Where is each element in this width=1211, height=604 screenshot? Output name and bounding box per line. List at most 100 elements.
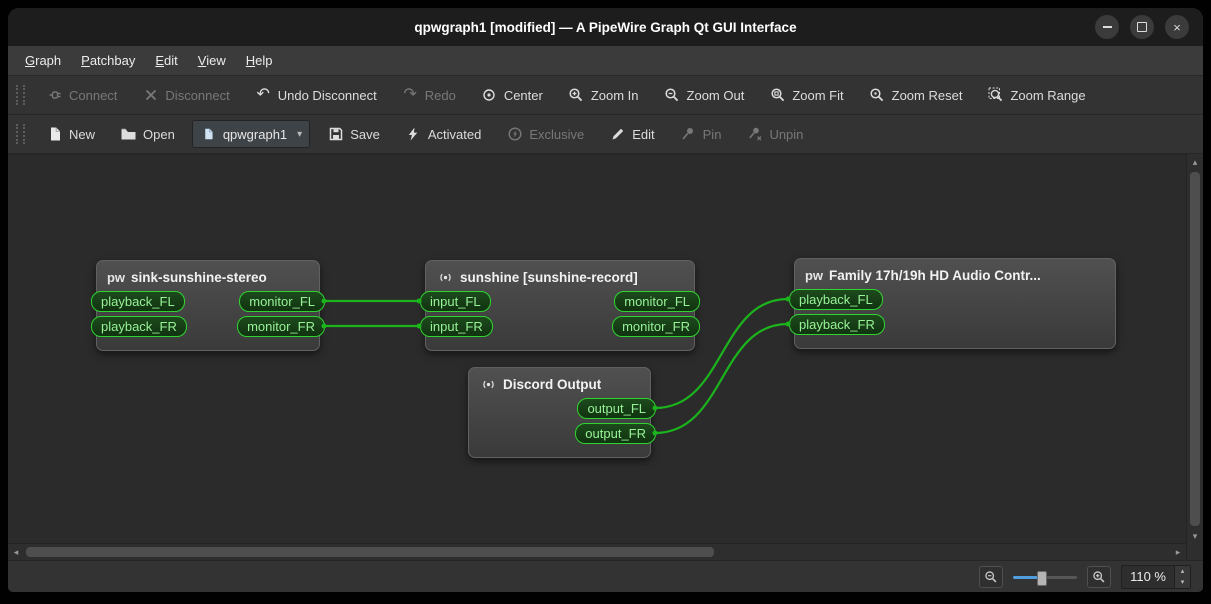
- zoom-spinbox[interactable]: 110 % ▴ ▾: [1121, 564, 1191, 589]
- vertical-scrollbar[interactable]: ▴ ▾: [1187, 154, 1203, 544]
- zoom-slider-handle[interactable]: [1037, 570, 1048, 586]
- graph-view: pw sink-sunshine-stereo playback_FL moni…: [8, 154, 1203, 560]
- redo-label: Redo: [424, 87, 456, 103]
- new-button[interactable]: New: [38, 121, 103, 148]
- zoom-fit-button[interactable]: Zoom Fit: [761, 82, 851, 109]
- menu-view[interactable]: View: [189, 49, 235, 72]
- menu-help[interactable]: Help: [237, 49, 282, 72]
- center-icon: [481, 87, 498, 104]
- pin-button[interactable]: Pin: [672, 121, 730, 148]
- redo-button[interactable]: ↷ Redo: [394, 82, 464, 109]
- undo-disconnect-button[interactable]: ↶ Undo Disconnect: [247, 82, 385, 109]
- horizontal-scroll-thumb[interactable]: [26, 547, 714, 557]
- menu-graph[interactable]: Graph: [16, 49, 70, 72]
- menu-edit[interactable]: Edit: [146, 49, 186, 72]
- menu-bar: Graph Patchbay Edit View Help: [8, 46, 1203, 76]
- new-file-icon: [46, 126, 63, 143]
- file-toolbar: New Open qpwgraph1 ▾ Save Activated Excl…: [8, 115, 1203, 154]
- maximize-button[interactable]: [1130, 15, 1154, 39]
- zoom-in-slider-button[interactable]: [1087, 565, 1112, 588]
- zoom-reset-button[interactable]: Zoom Reset: [861, 82, 971, 109]
- scroll-left-icon[interactable]: ◂: [8, 544, 24, 560]
- open-label: Open: [143, 126, 175, 142]
- connection-line[interactable]: [654, 297, 789, 410]
- spin-down-icon[interactable]: ▾: [1175, 577, 1190, 588]
- connect-icon: [46, 87, 63, 104]
- zoom-in-label: Zoom In: [590, 87, 639, 103]
- disconnect-label: Disconnect: [165, 87, 230, 103]
- connect-label: Connect: [69, 87, 118, 103]
- window-title: qpwgraph1 [modified] — A PipeWire Graph …: [414, 19, 797, 35]
- scroll-right-icon[interactable]: ▸: [1170, 544, 1186, 560]
- exclusive-label: Exclusive: [529, 126, 585, 142]
- save-icon: [327, 126, 344, 143]
- zoom-spin-arrows: ▴ ▾: [1174, 565, 1190, 588]
- zoom-reset-icon: [869, 87, 886, 104]
- open-folder-icon: [120, 126, 137, 143]
- zoom-range-label: Zoom Range: [1010, 87, 1086, 103]
- scroll-down-icon[interactable]: ▾: [1187, 528, 1203, 544]
- pencil-icon: [609, 126, 626, 143]
- new-label: New: [69, 126, 96, 142]
- connection-line[interactable]: [654, 322, 789, 435]
- menu-patchbay[interactable]: Patchbay: [72, 49, 144, 72]
- unpin-button[interactable]: Unpin: [738, 121, 811, 148]
- zoom-range-icon: [987, 87, 1004, 104]
- patchbay-select[interactable]: qpwgraph1 ▾: [191, 120, 311, 148]
- patchbay-select-value: qpwgraph1: [222, 126, 288, 142]
- minimize-icon: [1102, 26, 1112, 28]
- maximize-icon: [1137, 22, 1147, 32]
- pin-label: Pin: [702, 126, 722, 142]
- patchbay-file-icon: [200, 126, 217, 143]
- connect-button[interactable]: Connect: [38, 82, 125, 109]
- window-controls: ×: [1095, 8, 1189, 46]
- status-bar: 110 % ▴ ▾: [8, 560, 1203, 592]
- zoom-out-icon: [664, 87, 681, 104]
- vertical-scroll-track[interactable]: [1187, 170, 1203, 528]
- app-window: qpwgraph1 [modified] — A PipeWire Graph …: [8, 8, 1203, 592]
- zoom-reset-label: Zoom Reset: [891, 87, 963, 103]
- graph-toolbar: Connect Disconnect ↶ Undo Disconnect ↷ R…: [8, 76, 1203, 115]
- undo-disconnect-label: Undo Disconnect: [277, 87, 377, 103]
- zoom-fit-label: Zoom Fit: [792, 87, 844, 103]
- disconnect-icon: [142, 87, 159, 104]
- toolbar-drag-handle[interactable]: [16, 124, 25, 144]
- zoom-out-slider-button[interactable]: [979, 565, 1004, 588]
- horizontal-scroll-track[interactable]: [24, 544, 1170, 560]
- title-bar: qpwgraph1 [modified] — A PipeWire Graph …: [8, 8, 1203, 46]
- save-label: Save: [350, 126, 380, 142]
- zoom-range-button[interactable]: Zoom Range: [979, 82, 1093, 109]
- toolbar-drag-handle[interactable]: [16, 85, 25, 105]
- open-button[interactable]: Open: [112, 121, 183, 148]
- disconnect-button[interactable]: Disconnect: [134, 82, 237, 109]
- edit-button[interactable]: Edit: [601, 121, 662, 148]
- scrollbar-corner: [1187, 544, 1203, 560]
- save-button[interactable]: Save: [319, 121, 388, 148]
- unpin-icon: [746, 126, 763, 143]
- zoom-slider[interactable]: [1013, 568, 1078, 586]
- undo-icon: ↶: [256, 86, 270, 103]
- graph-canvas[interactable]: pw sink-sunshine-stereo playback_FL moni…: [8, 154, 1186, 543]
- spin-up-icon[interactable]: ▴: [1175, 566, 1190, 577]
- zoom-out-button[interactable]: Zoom Out: [656, 82, 753, 109]
- exclusive-toggle[interactable]: Exclusive: [498, 121, 592, 148]
- exclusive-icon: [506, 126, 523, 143]
- connections-layer: [321, 296, 791, 436]
- redo-icon: ↷: [403, 86, 417, 103]
- close-icon: ×: [1173, 19, 1181, 35]
- activated-label: Activated: [427, 126, 482, 142]
- center-button[interactable]: Center: [473, 82, 551, 109]
- close-button[interactable]: ×: [1165, 15, 1189, 39]
- center-label: Center: [503, 87, 543, 103]
- minimize-button[interactable]: [1095, 15, 1119, 39]
- activated-toggle[interactable]: Activated: [397, 121, 489, 148]
- lightning-icon: [405, 126, 422, 143]
- scroll-up-icon[interactable]: ▴: [1187, 154, 1203, 170]
- unpin-label: Unpin: [769, 126, 804, 142]
- zoom-out-label: Zoom Out: [686, 87, 745, 103]
- vertical-scroll-thumb[interactable]: [1190, 172, 1200, 526]
- chevron-down-icon: ▾: [297, 128, 303, 140]
- horizontal-scrollbar[interactable]: ◂ ▸: [8, 543, 1186, 560]
- pin-icon: [680, 126, 697, 143]
- zoom-in-button[interactable]: Zoom In: [560, 82, 647, 109]
